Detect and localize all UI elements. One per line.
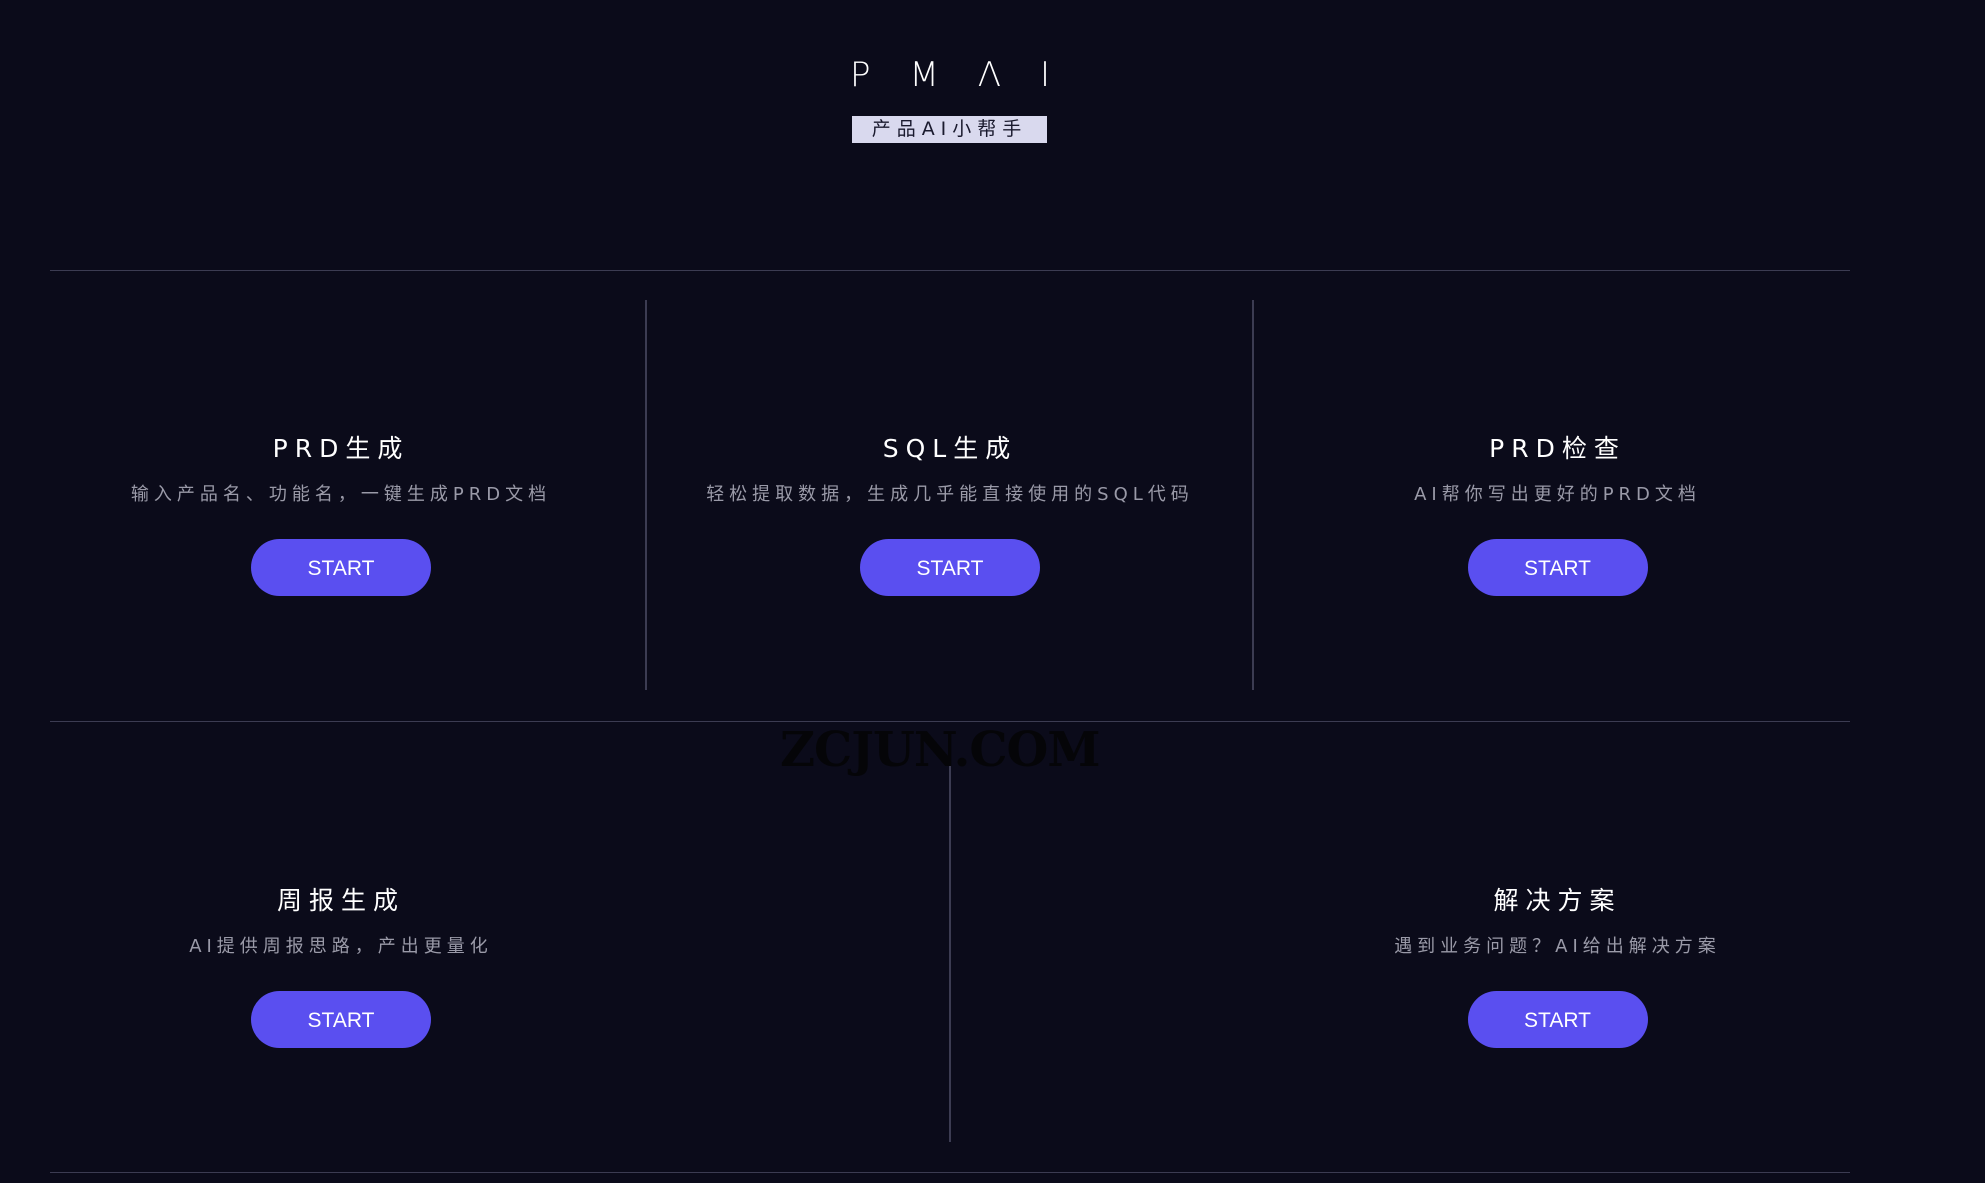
card-title: 周报生成 xyxy=(276,886,405,915)
start-button-prd-check[interactable]: START xyxy=(1467,539,1648,596)
card-title: PRD检查 xyxy=(1489,434,1626,463)
divider-vertical-2 xyxy=(1252,300,1254,690)
page: P M Λ I 产品AI小帮手 PRD生成 输入产品名、功能名，一键生成PRD文… xyxy=(0,0,1985,1183)
divider-vertical-3 xyxy=(949,755,951,1142)
card-solution: 解决方案 遇到业务问题？AI给出解决方案 START xyxy=(1265,884,1850,1048)
card-desc: AI提供周报思路，产出更量化 xyxy=(189,936,493,957)
logo-letter-p: P xyxy=(850,55,871,95)
logo: P M Λ I xyxy=(850,55,1050,95)
divider-bottom xyxy=(50,1172,1850,1173)
tagline: 产品AI小帮手 xyxy=(852,116,1047,143)
card-title: 解决方案 xyxy=(1493,886,1622,915)
logo-letter-a: Λ xyxy=(977,55,1001,95)
card-prd-check: PRD检查 AI帮你写出更好的PRD文档 START xyxy=(1265,432,1850,596)
start-button-prd-generate[interactable]: START xyxy=(251,539,431,596)
watermark: ZCJUN.COM xyxy=(780,722,1100,778)
card-desc: 遇到业务问题？AI给出解决方案 xyxy=(1394,936,1721,957)
start-button-solution[interactable]: START xyxy=(1467,991,1648,1048)
card-title: SQL生成 xyxy=(882,434,1018,463)
divider-top xyxy=(50,270,1850,271)
card-prd-generate: PRD生成 输入产品名、功能名，一键生成PRD文档 START xyxy=(50,432,632,596)
card-desc: 输入产品名、功能名，一键生成PRD文档 xyxy=(130,484,552,505)
card-desc: 轻松提取数据，生成几乎能直接使用的SQL代码 xyxy=(706,484,1194,505)
card-desc: AI帮你写出更好的PRD文档 xyxy=(1414,484,1701,505)
logo-letter-m: M xyxy=(909,55,939,95)
card-sql-generate: SQL生成 轻松提取数据，生成几乎能直接使用的SQL代码 START xyxy=(660,432,1240,596)
card-weekly-report: 周报生成 AI提供周报思路，产出更量化 START xyxy=(50,884,632,1048)
divider-vertical-1 xyxy=(645,300,647,690)
logo-letter-i: I xyxy=(1039,55,1050,95)
start-button-sql-generate[interactable]: START xyxy=(860,539,1040,596)
start-button-weekly-report[interactable]: START xyxy=(251,991,431,1048)
card-title: PRD生成 xyxy=(272,434,410,463)
